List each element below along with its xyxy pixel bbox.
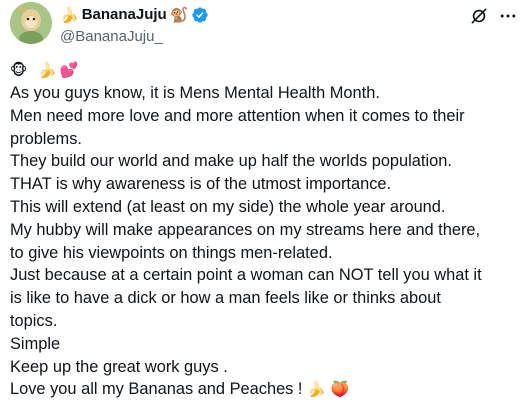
banana-peach-emojis: 🍌 🍑 xyxy=(307,380,350,399)
post-line: Simple xyxy=(10,334,61,353)
post-line: to give his viewpoints on things men-rel… xyxy=(10,243,333,262)
monkey-emoji: 🐒 xyxy=(169,6,189,24)
post-emoji-line: 🐵 🍌💕 xyxy=(10,61,82,79)
banana-emoji: 🍌 xyxy=(60,6,79,24)
author-handle[interactable]: @BananaJuju_ xyxy=(60,28,163,46)
post-line: is like to have a dick or how a man feel… xyxy=(10,289,441,308)
more-dots-icon xyxy=(500,14,516,18)
post-line: Keep up the great work guys . xyxy=(10,357,228,376)
post-line: problems. xyxy=(10,129,82,148)
tweet-card: 🍌 BananaJuju 🐒 @BananaJuju_ 🐵 🍌💕 As you … xyxy=(0,0,528,410)
post-line: Just because at a certain point a woman … xyxy=(10,266,482,285)
more-options-button[interactable] xyxy=(496,4,520,28)
post-line: THAT is why awareness is of the utmost i… xyxy=(10,175,392,194)
post-text: As you guys know, it is Mens Mental Heal… xyxy=(10,82,522,401)
avatar-image xyxy=(10,2,52,44)
post-line: Men need more love and more attention wh… xyxy=(10,106,465,125)
author-name-row[interactable]: 🍌 BananaJuju 🐒 xyxy=(60,5,209,25)
post-line: My hubby will make appearances on my str… xyxy=(10,220,481,239)
post-line-last-text: Love you all my Bananas and Peaches ! xyxy=(10,380,303,399)
grok-icon xyxy=(471,8,487,24)
post-line-last: Love you all my Bananas and Peaches ! 🍌 … xyxy=(10,378,522,401)
post-line: This will extend (at least on my side) t… xyxy=(10,197,446,216)
grok-button[interactable] xyxy=(467,4,491,28)
avatar[interactable] xyxy=(10,2,52,44)
display-name[interactable]: BananaJuju xyxy=(82,5,167,25)
post-line: They build our world and make up half th… xyxy=(10,152,452,171)
post-line: As you guys know, it is Mens Mental Heal… xyxy=(10,84,380,102)
verified-badge-icon[interactable] xyxy=(191,6,209,24)
post-line: topics. xyxy=(10,311,58,330)
